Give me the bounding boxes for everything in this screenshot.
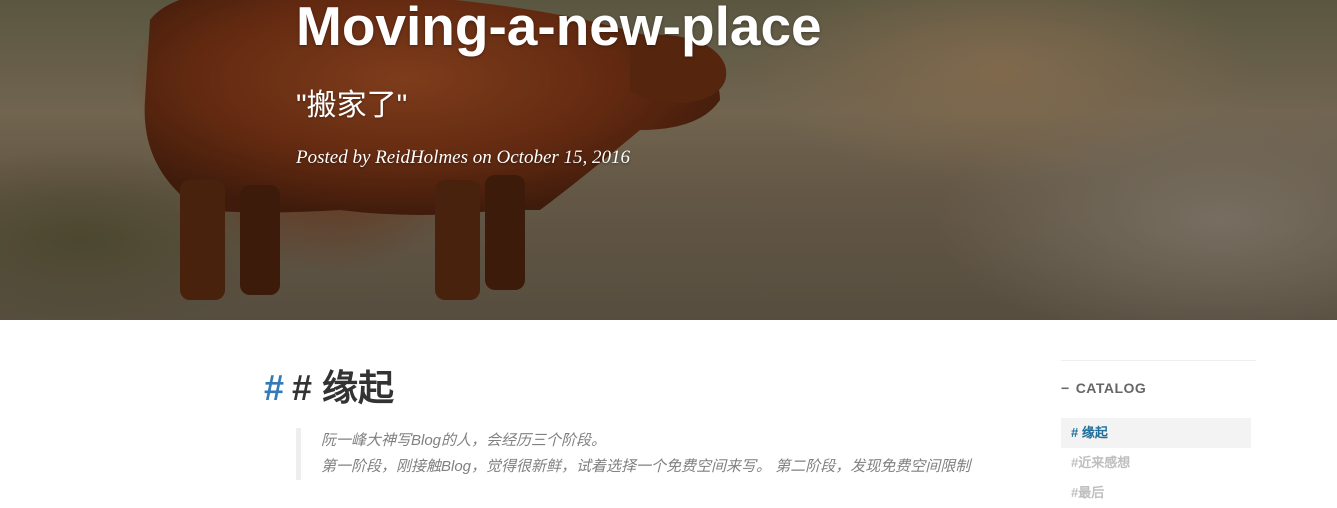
heading-anchor-link[interactable]: # xyxy=(264,367,284,408)
catalog-item-yuanqi[interactable]: # 缘起 xyxy=(1061,418,1251,448)
post-subtitle: "搬家了" xyxy=(296,89,408,122)
catalog-title-text: CATALOG xyxy=(1075,380,1147,396)
section-heading: # # 缘起 xyxy=(264,356,984,420)
catalog-title[interactable]: − CATALOG xyxy=(1061,361,1256,396)
post-title: Moving-a-new-place xyxy=(296,0,822,57)
blockquote: 阮一峰大神写Blog的人，会经历三个阶段。 第一阶段，刚接触Blog，觉得很新鲜… xyxy=(296,428,976,480)
catalog-item-jinlai-ganxiang[interactable]: #近来感想 xyxy=(1061,448,1251,478)
catalog-sidebar: − CATALOG # 缘起 #近来感想 #最后 xyxy=(1061,360,1256,508)
collapse-dash-icon: − xyxy=(1061,380,1070,396)
catalog-list: # 缘起 #近来感想 #最后 xyxy=(1061,418,1256,508)
post-meta: Posted by ReidHolmes on October 15, 2016 xyxy=(296,147,631,168)
post-header-hero: Moving-a-new-place "搬家了" Posted by ReidH… xyxy=(0,0,1337,320)
section-heading-text: # 缘起 xyxy=(292,367,395,408)
quote-line: 第一阶段，刚接触Blog，觉得很新鲜，试着选择一个免费空间来写。 第二阶段，发现… xyxy=(321,458,971,475)
quote-line: 阮一峰大神写Blog的人，会经历三个阶段。 xyxy=(321,432,607,449)
catalog-item-zuihou[interactable]: #最后 xyxy=(1061,478,1251,508)
article-content: # # 缘起 阮一峰大神写Blog的人，会经历三个阶段。 第一阶段，刚接触Blog… xyxy=(264,356,984,495)
